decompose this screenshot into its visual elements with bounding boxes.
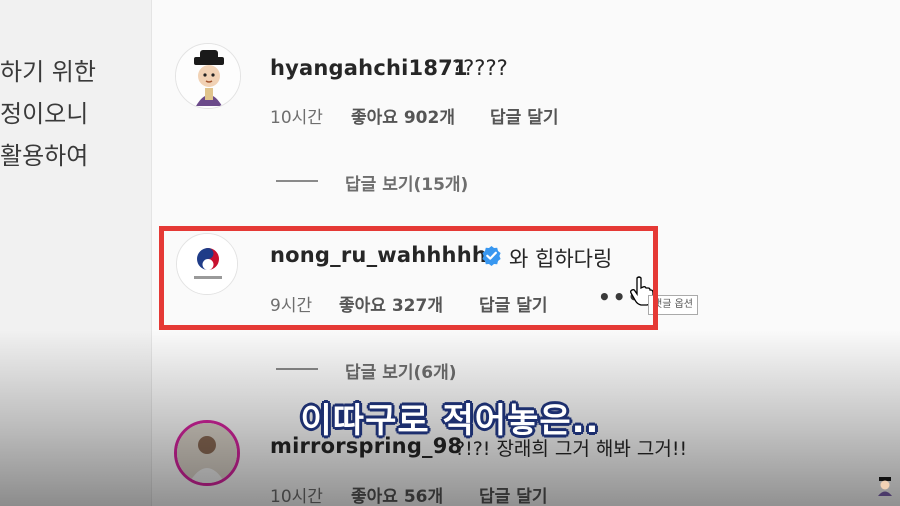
left-text-line-1: 하기 위한 (0, 58, 96, 86)
comment-username[interactable]: hyangahchi1871 (270, 56, 468, 80)
video-subtitle: 이따구로 적어놓은.. (300, 401, 600, 441)
left-text-line-3: 활용하여 (0, 142, 89, 170)
comment-time: 10시간 (270, 487, 323, 506)
divider-dash (276, 180, 318, 182)
comment-text: ????? (452, 56, 508, 80)
comment-time: 10시간 (270, 108, 323, 128)
reply-button[interactable]: 답글 달기 (479, 482, 547, 506)
divider-dash (276, 368, 318, 370)
reply-button[interactable]: 답글 달기 (490, 103, 558, 128)
view-replies-button[interactable]: 답글 보기(6개) (345, 358, 457, 383)
avatar-hyangahchi[interactable] (175, 43, 241, 109)
highlight-box (159, 226, 658, 330)
character-icon (176, 44, 240, 108)
likes-count[interactable]: 좋아요 56개 (351, 482, 443, 506)
left-text-line-2: 정이오니 (0, 100, 89, 128)
channel-watermark-icon (878, 477, 892, 496)
view-replies-button[interactable]: 답글 보기(15개) (345, 170, 468, 195)
likes-count[interactable]: 좋아요 902개 (351, 103, 455, 128)
